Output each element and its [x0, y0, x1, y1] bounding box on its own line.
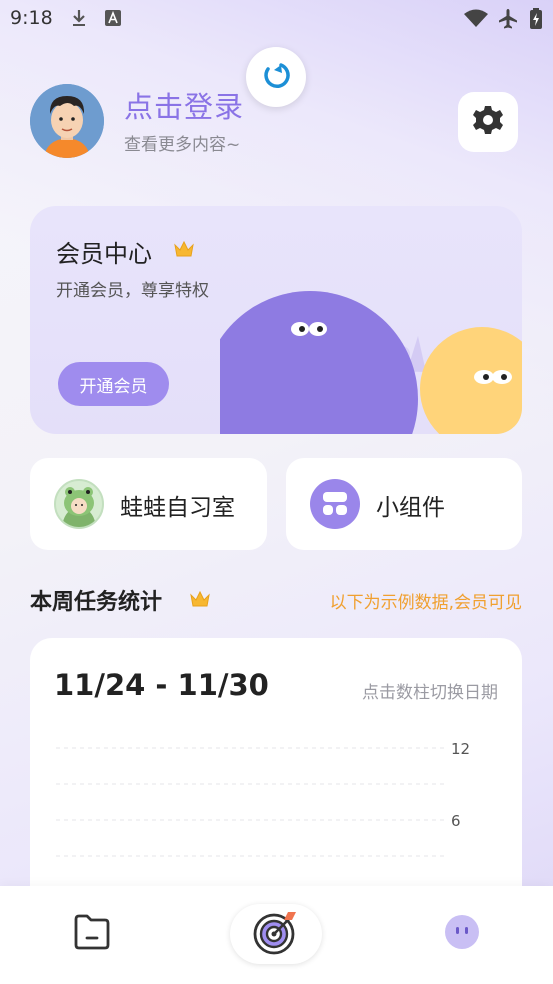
login-title[interactable]: 点击登录	[124, 84, 244, 126]
widget-card[interactable]: 小组件	[286, 458, 522, 550]
user-avatar[interactable]	[30, 84, 104, 158]
settings-button[interactable]	[458, 92, 518, 152]
nav-me[interactable]	[438, 914, 486, 954]
status-time: 9:18	[10, 7, 53, 29]
crown-icon	[189, 589, 211, 613]
login-subtitle: 查看更多内容~	[124, 135, 241, 155]
battery-charging-icon	[529, 8, 543, 34]
open-membership-button[interactable]: 开通会员	[58, 362, 169, 406]
member-illustration	[202, 276, 522, 434]
download-icon	[70, 8, 88, 32]
status-bar: 9:18	[0, 0, 553, 38]
airplane-mode-icon	[497, 8, 519, 34]
nav-files[interactable]	[68, 914, 116, 954]
wifi-icon	[463, 8, 489, 32]
widget-label: 小组件	[376, 495, 445, 521]
crown-icon	[173, 239, 195, 263]
keyboard-a-icon	[104, 8, 122, 32]
member-title: 会员中心	[56, 240, 152, 268]
nav-focus[interactable]	[230, 904, 322, 964]
sample-data-note: 以下为示例数据,会员可见	[329, 593, 522, 613]
frog-study-room-card[interactable]: 蛙蛙自习室	[30, 458, 267, 550]
y-tick-12: 12	[451, 740, 470, 758]
refresh-button[interactable]	[246, 47, 306, 107]
refresh-icon	[259, 58, 293, 96]
member-center-card[interactable]: 会员中心 开通会员，尊享特权 开通会员	[30, 206, 522, 434]
member-subtitle: 开通会员，尊享特权	[56, 281, 209, 301]
y-tick-6: 6	[451, 812, 461, 830]
bottom-nav	[0, 886, 553, 984]
folder-icon	[72, 913, 112, 955]
face-icon	[443, 913, 481, 955]
frog-avatar-icon	[54, 479, 104, 529]
date-hint: 点击数柱切换日期	[362, 683, 498, 703]
target-icon	[252, 908, 300, 960]
widget-icon	[310, 479, 360, 529]
date-range: 11/24 - 11/30	[54, 668, 269, 702]
frog-study-room-label: 蛙蛙自习室	[120, 495, 235, 521]
weekly-stats-title: 本周任务统计	[30, 590, 163, 615]
gear-icon	[472, 104, 504, 140]
